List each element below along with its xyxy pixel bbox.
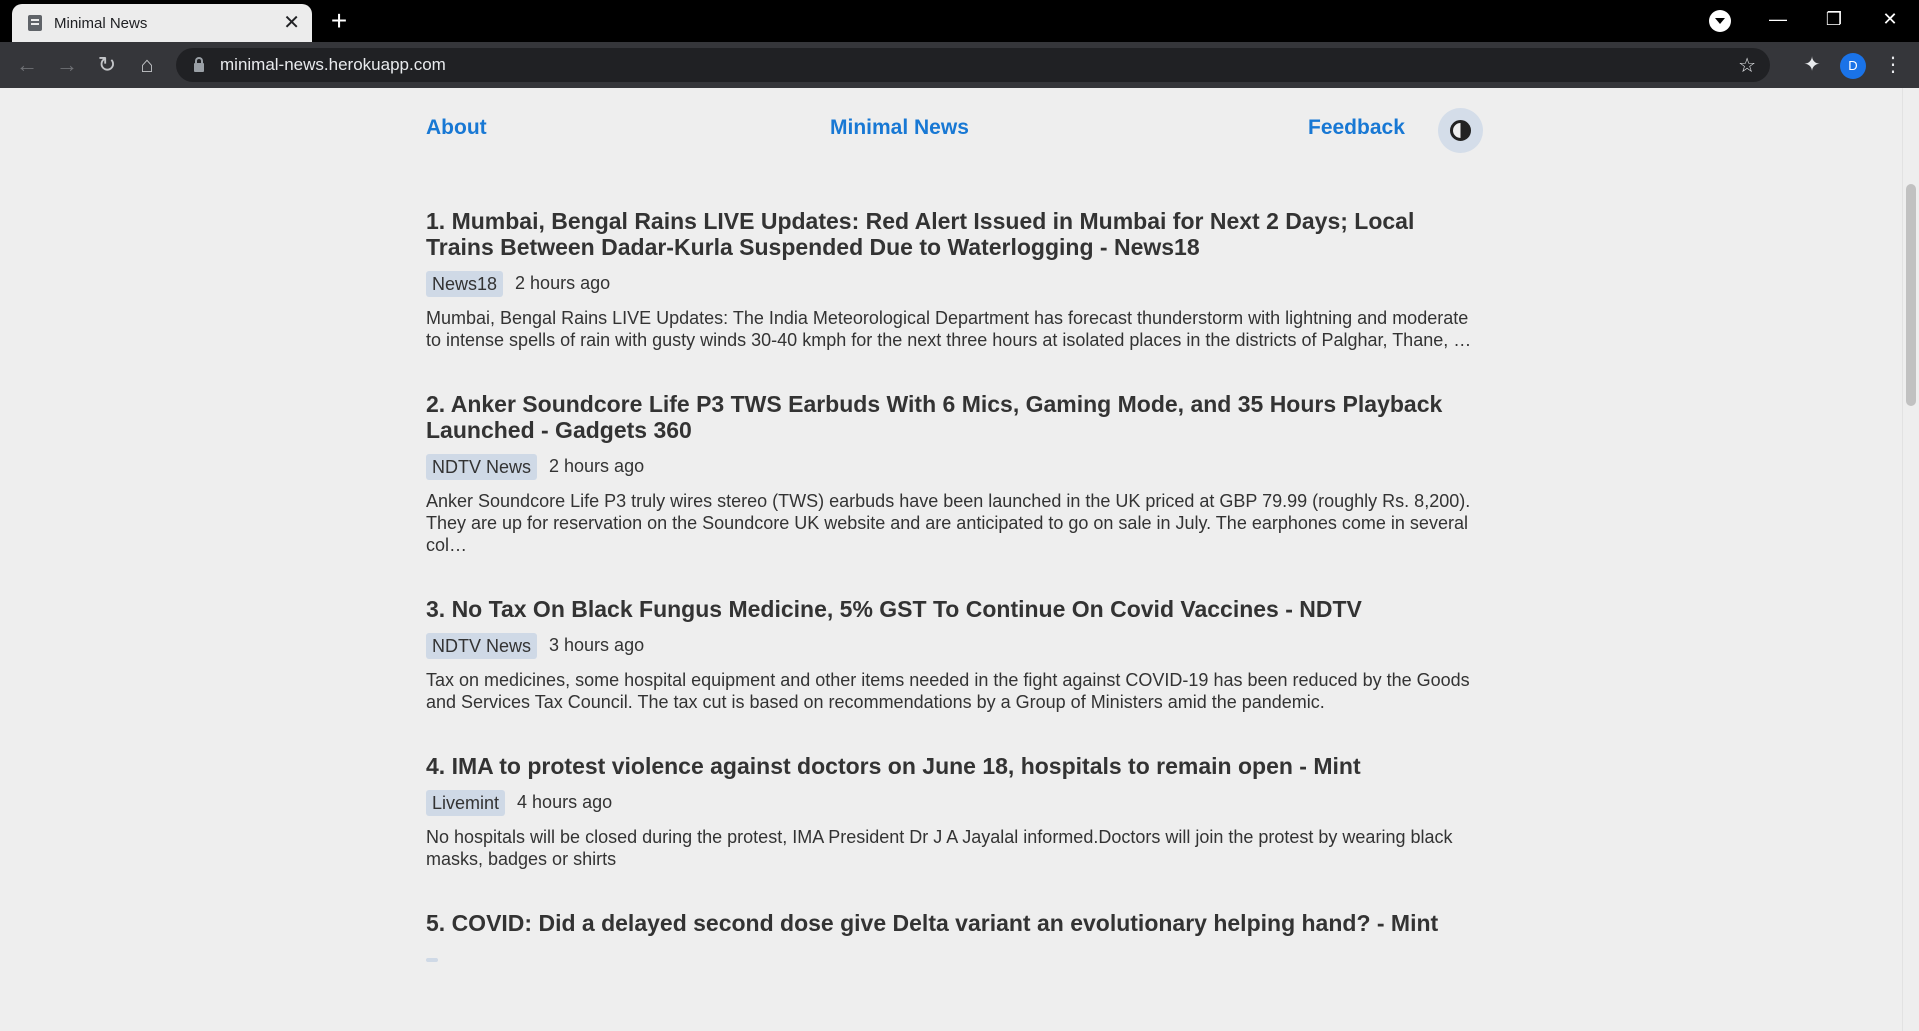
window-close-icon[interactable]: ✕: [1862, 0, 1918, 40]
browser-tab[interactable]: Minimal News ✕: [12, 4, 312, 42]
page-favicon-icon: [28, 15, 42, 31]
source-badge: Livemint: [426, 789, 506, 816]
tab-strip: Minimal News ✕ + — ❐ ✕: [0, 0, 1919, 42]
article-meta: NDTV News 2 hours ago: [426, 453, 1481, 480]
article-description: Anker Soundcore Life P3 truly wires ster…: [426, 491, 1471, 555]
article-meta: NDTV News 3 hours ago: [426, 632, 1481, 659]
browser-toolbar: ← → ↻ ⌂ minimal-news.herokuapp.com ☆ ✦ D…: [0, 42, 1919, 88]
address-bar[interactable]: minimal-news.herokuapp.com ☆: [176, 48, 1770, 82]
article-time: 2 hours ago: [549, 456, 645, 476]
source-badge: [426, 957, 438, 962]
page-scrollbar[interactable]: [1902, 88, 1919, 1031]
article-item: 1. Mumbai, Bengal Rains LIVE Updates: Re…: [426, 208, 1481, 351]
source-badge: NDTV News: [426, 632, 538, 659]
kebab-menu-icon[interactable]: ⋮: [1878, 50, 1908, 80]
article-title[interactable]: 4. IMA to protest violence against docto…: [426, 753, 1481, 779]
article-item: 3. No Tax On Black Fungus Medicine, 5% G…: [426, 596, 1481, 713]
home-icon[interactable]: ⌂: [132, 50, 162, 80]
article-title[interactable]: 5. COVID: Did a delayed second dose give…: [426, 910, 1481, 936]
article-title[interactable]: 3. No Tax On Black Fungus Medicine, 5% G…: [426, 596, 1481, 622]
article-item: 5. COVID: Did a delayed second dose give…: [426, 910, 1481, 973]
tab-search-icon[interactable]: [1709, 10, 1731, 32]
tab-close-icon[interactable]: ✕: [283, 13, 300, 33]
source-badge: NDTV News: [426, 453, 538, 480]
profile-avatar[interactable]: D: [1840, 53, 1866, 79]
article-meta: News18 2 hours ago: [426, 270, 1481, 297]
page-content: About Minimal News Feedback 1. Mumbai, B…: [0, 88, 1919, 1031]
article-description: Mumbai, Bengal Rains LIVE Updates: The I…: [426, 308, 1472, 350]
contrast-icon: [1450, 120, 1471, 141]
article-title[interactable]: 1. Mumbai, Bengal Rains LIVE Updates: Re…: [426, 208, 1481, 260]
back-arrow-icon[interactable]: ←: [12, 50, 42, 80]
article-meta: Livemint 4 hours ago: [426, 789, 1481, 816]
lock-icon[interactable]: [194, 56, 204, 72]
forward-arrow-icon[interactable]: →: [52, 50, 82, 80]
reload-icon[interactable]: ↻: [92, 50, 122, 80]
article-description: Tax on medicines, some hospital equipmen…: [426, 670, 1470, 712]
site-header: About Minimal News Feedback: [426, 108, 1483, 154]
article-description: No hospitals will be closed during the p…: [426, 827, 1453, 869]
star-icon[interactable]: ☆: [1738, 53, 1756, 78]
url-text[interactable]: minimal-news.herokuapp.com: [220, 55, 1738, 75]
article-time: 2 hours ago: [515, 273, 611, 293]
theme-toggle-button[interactable]: [1438, 108, 1483, 153]
tab-title: Minimal News: [54, 14, 148, 32]
article-time: 4 hours ago: [517, 792, 613, 812]
article-item: 2. Anker Soundcore Life P3 TWS Earbuds W…: [426, 391, 1481, 556]
about-link[interactable]: About: [426, 116, 487, 140]
feedback-link[interactable]: Feedback: [1308, 116, 1405, 140]
restore-icon[interactable]: ❐: [1806, 0, 1862, 40]
minimize-icon[interactable]: —: [1750, 0, 1806, 40]
site-title-link[interactable]: Minimal News: [830, 116, 969, 140]
article-time: 3 hours ago: [549, 635, 645, 655]
article-list: 1. Mumbai, Bengal Rains LIVE Updates: Re…: [426, 208, 1481, 1013]
article-item: 4. IMA to protest violence against docto…: [426, 753, 1481, 870]
article-title[interactable]: 2. Anker Soundcore Life P3 TWS Earbuds W…: [426, 391, 1481, 443]
extensions-icon[interactable]: ✦: [1797, 50, 1827, 80]
new-tab-button[interactable]: +: [324, 6, 354, 36]
article-meta: [426, 946, 1481, 973]
scrollbar-thumb[interactable]: [1906, 184, 1916, 406]
source-badge: News18: [426, 270, 504, 297]
